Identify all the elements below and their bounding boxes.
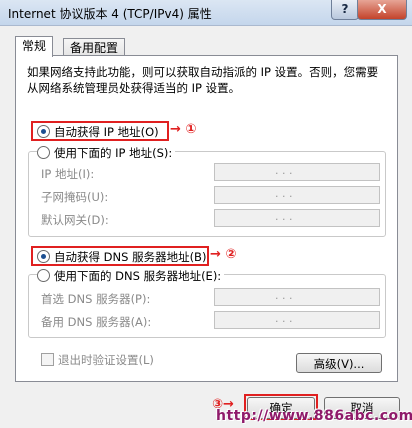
preferred-dns-label: 首选 DNS 服务器(P): [41,292,151,306]
default-gateway-label: 默认网关(D): [41,213,109,227]
tab-general[interactable]: 常规 [15,36,54,57]
radio-manual-ip-label: 使用下面的 IP 地址(S): [54,146,173,160]
title-bar: Internet 协议版本 4 (TCP/IPv4) 属性 ? X [0,0,412,26]
radio-manual-ip[interactable]: 使用下面的 IP 地址(S): [37,145,176,161]
radio-manual-dns-indicator[interactable] [37,269,50,282]
help-button[interactable]: ? [331,0,359,20]
radio-auto-ip[interactable]: 自动获得 IP 地址(O) [37,124,159,140]
validate-settings-label: 退出时验证设置(L) [58,353,154,367]
radio-manual-ip-indicator[interactable] [37,146,50,159]
radio-auto-dns[interactable]: 自动获得 DNS 服务器地址(B) [37,249,206,265]
watermark-url: http://www.886abc.com [216,408,412,424]
alternate-dns-input[interactable]: . . . [214,311,380,329]
radio-auto-dns-label: 自动获得 DNS 服务器地址(B) [54,250,207,264]
window-title: Internet 协议版本 4 (TCP/IPv4) 属性 [8,7,212,21]
callout-2: → ② [210,247,237,262]
radio-auto-dns-indicator[interactable] [37,250,50,263]
radio-auto-ip-indicator[interactable] [37,125,50,138]
radio-manual-dns-label: 使用下面的 DNS 服务器地址(E): [54,269,222,283]
subnet-mask-label: 子网掩码(U): [41,190,109,204]
validate-settings-checkbox-row[interactable]: 退出时验证设置(L) [41,352,154,368]
ip-address-label: IP 地址(I): [41,167,95,181]
default-gateway-input[interactable]: . . . [214,209,380,227]
preferred-dns-input[interactable]: . . . [214,288,380,306]
subnet-mask-input[interactable]: . . . [214,186,380,204]
alternate-dns-label: 备用 DNS 服务器(A): [41,315,152,329]
callout-1: → ① [170,122,197,137]
radio-manual-dns[interactable]: 使用下面的 DNS 服务器地址(E): [37,268,225,284]
validate-settings-checkbox[interactable] [41,353,54,366]
radio-auto-ip-label: 自动获得 IP 地址(O) [54,125,159,139]
ip-address-input[interactable]: . . . [214,163,380,181]
description-text: 如果网络支持此功能，则可以获取自动指派的 IP 设置。否则，您需要从网络系统管理… [27,65,379,95]
advanced-button[interactable]: 高级(V)... [296,353,382,373]
close-button[interactable]: X [357,0,407,20]
